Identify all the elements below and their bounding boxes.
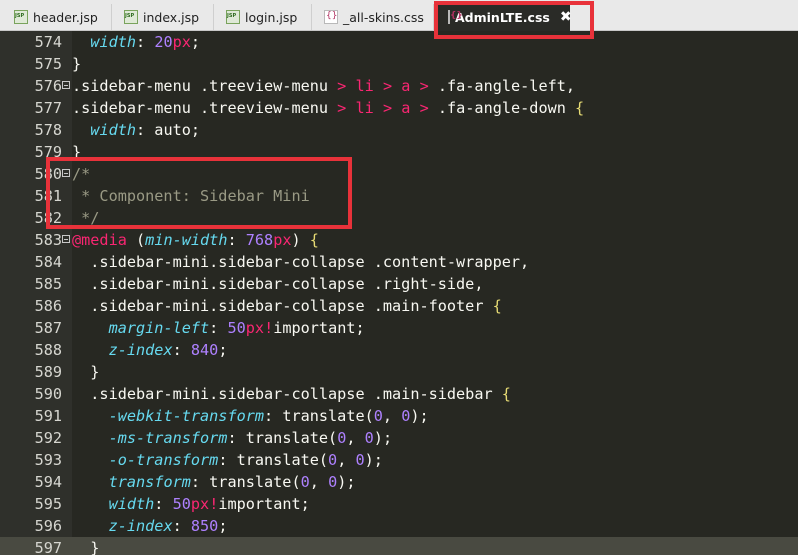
line-number: 589 [34,363,62,381]
code-line[interactable]: 577 .sidebar-menu .treeview-menu > li > a… [0,97,798,119]
line-number: 597 [34,539,62,555]
line-number: 581 [34,187,62,205]
code-text: width: 20px; [90,33,201,51]
code-text: -webkit-transform: translate(0, 0); [108,407,429,425]
line-number: 580 [34,165,62,183]
code-text: -ms-transform: translate(0, 0); [108,429,393,447]
line-number: 579 [34,143,62,161]
code-line[interactable]: 576 .sidebar-menu .treeview-menu > li > a… [0,75,798,97]
line-number: 596 [34,517,62,535]
code-text: } [72,363,100,381]
jsp-file-icon [14,10,28,24]
line-number: 590 [34,385,62,403]
tab-label: _all-skins.css [343,9,424,25]
code-editor[interactable]: 574 width: 20px; 575} 576 .sidebar-menu .tr… [0,31,798,555]
code-line[interactable]: 589 } [0,361,798,383]
jsp-file-icon [226,10,240,24]
code-text: transform: translate(0, 0); [108,473,356,491]
code-line[interactable]: 584 .sidebar-mini.sidebar-collapse .cont… [0,251,798,273]
code-line[interactable]: 581 * Component: Sidebar Mini [0,185,798,207]
code-text: margin-left: 50px!important; [108,319,365,337]
code-text: width: 50px!important; [108,495,310,513]
code-text: width: auto; [90,121,201,139]
fold-toggle-icon[interactable] [62,81,70,89]
code-text: } [72,539,100,555]
tab-header-jsp[interactable]: header.jsp [4,4,112,30]
line-number: 592 [34,429,62,447]
line-number: 586 [34,297,62,315]
code-line[interactable]: 574 width: 20px; [0,31,798,53]
code-text: @media (min-width: 768px) { [72,231,319,249]
jsp-file-icon [124,10,138,24]
line-number: 577 [34,99,62,117]
code-line[interactable]: 591 -webkit-transform: translate(0, 0); [0,405,798,427]
code-text: .sidebar-mini.sidebar-collapse .content-… [72,253,530,271]
code-line[interactable]: 595 width: 50px!important; [0,493,798,515]
code-line[interactable]: 582 */ [0,207,798,229]
code-line[interactable]: 597 } [0,537,798,555]
code-text: -o-transform: translate(0, 0); [108,451,383,469]
code-text: * Component: Sidebar Mini [72,187,310,205]
code-text: .sidebar-menu .treeview-menu > li > a > … [72,77,576,95]
tab-adminlte-css[interactable]: AdminLTE.css ✖ [438,3,572,31]
line-number: 594 [34,473,62,491]
code-text: } [72,55,82,73]
line-number: 588 [34,341,62,359]
code-text: */ [72,209,100,227]
code-line[interactable]: 596 z-index: 850; [0,515,798,537]
code-line[interactable]: 588 z-index: 840; [0,339,798,361]
code-line[interactable]: 585 .sidebar-mini.sidebar-collapse .righ… [0,273,798,295]
code-text: .sidebar-mini.sidebar-collapse .main-foo… [72,297,502,315]
code-line[interactable]: 586 .sidebar-mini.sidebar-collapse .main… [0,295,798,317]
line-number: 593 [34,451,62,469]
line-number: 587 [34,319,62,337]
tab-label: index.jsp [143,9,200,25]
tab-label: AdminLTE.css [455,9,550,25]
code-text: z-index: 840; [108,341,228,359]
tab-label: login.jsp [245,9,298,25]
line-number: 582 [34,209,62,227]
code-line[interactable]: 592 -ms-transform: translate(0, 0); [0,427,798,449]
code-line[interactable]: 579} [0,141,798,163]
code-text: z-index: 850; [108,517,228,535]
tab-login-jsp[interactable]: login.jsp [216,4,312,30]
code-line[interactable]: 594 transform: translate(0, 0); [0,471,798,493]
css-file-icon [448,10,463,24]
tab-index-jsp[interactable]: index.jsp [114,4,214,30]
tab-label: header.jsp [33,9,98,25]
code-line[interactable]: 583 @media (min-width: 768px) { [0,229,798,251]
line-number: 595 [34,495,62,513]
line-number: 576 [34,77,62,95]
line-number: 575 [34,55,62,73]
line-number: 574 [34,33,62,51]
line-number: 584 [34,253,62,271]
code-line[interactable]: 593 -o-transform: translate(0, 0); [0,449,798,471]
line-number: 591 [34,407,62,425]
code-line[interactable]: 587 margin-left: 50px!important; [0,317,798,339]
fold-toggle-icon[interactable] [62,169,70,177]
fold-toggle-icon[interactable] [62,235,70,243]
close-icon[interactable]: ✖ [560,9,572,25]
line-number: 583 [34,231,62,249]
line-number: 585 [34,275,62,293]
tab-bar: header.jsp index.jsp login.jsp _all-skin… [0,0,798,31]
code-text: .sidebar-mini.sidebar-collapse .right-si… [72,275,484,293]
code-text: } [72,143,82,161]
css-file-icon [324,10,338,24]
code-line[interactable]: 575} [0,53,798,75]
code-text: /* [72,165,91,183]
line-number: 578 [34,121,62,139]
code-line[interactable]: 580 /* [0,163,798,185]
code-text: .sidebar-mini.sidebar-collapse .main-sid… [72,385,511,403]
tab-all-skins-css[interactable]: _all-skins.css [314,4,434,30]
code-line[interactable]: 590 .sidebar-mini.sidebar-collapse .main… [0,383,798,405]
code-text: .sidebar-menu .treeview-menu > li > a > … [72,99,585,117]
code-line[interactable]: 578 width: auto; [0,119,798,141]
